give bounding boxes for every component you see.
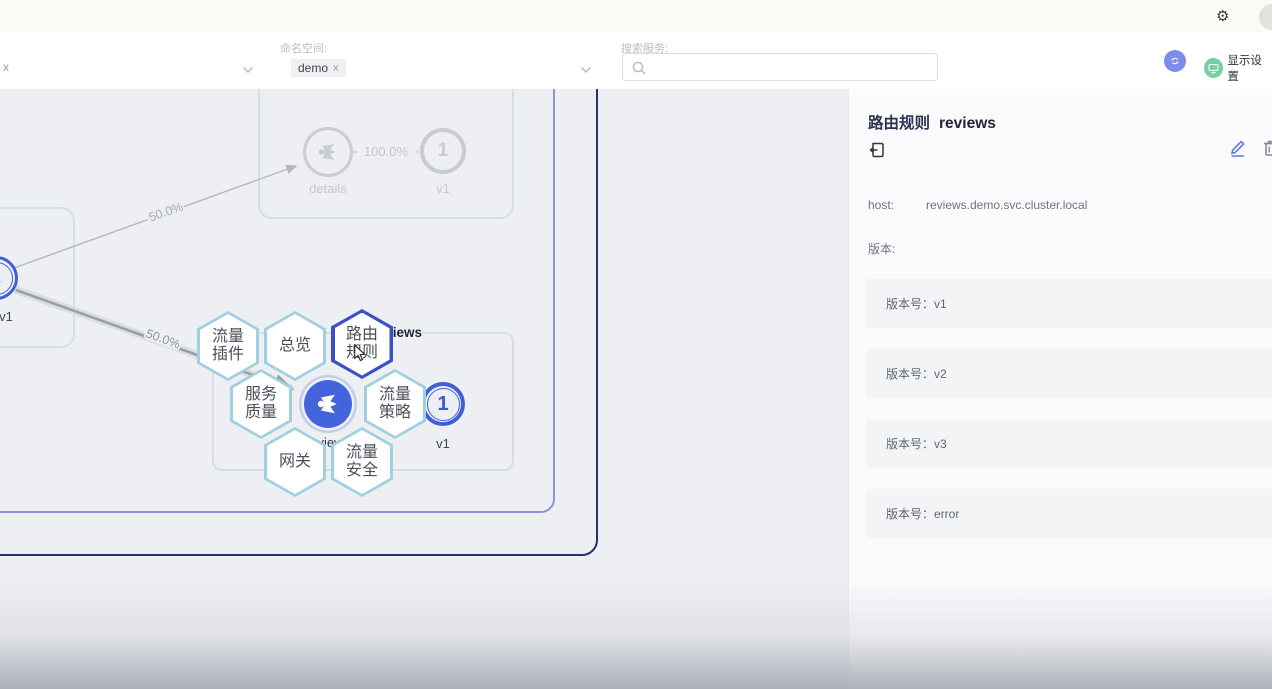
- panel-title: 路由规则 reviews: [868, 111, 996, 133]
- filter-toolbar: x 命名空间: demo x 搜索服务:: [0, 32, 1272, 90]
- version-no-label: 版本号：: [886, 295, 934, 312]
- hex-label-line: 网关: [279, 453, 311, 471]
- stray-tag-close-icon[interactable]: x: [3, 60, 9, 74]
- edit-icon[interactable]: [1228, 138, 1248, 161]
- version-value: error: [934, 507, 959, 521]
- version-value: v1: [934, 297, 947, 311]
- version-no-label: 版本号：: [886, 505, 934, 522]
- hex-label-line: 服务: [245, 386, 277, 404]
- namespace-tag-demo[interactable]: demo x: [291, 59, 346, 77]
- version-row: 版本号： v3: [866, 419, 1272, 468]
- hex-label-line: 安全: [346, 462, 378, 480]
- panel-title-service: reviews: [939, 115, 996, 133]
- edge-label-to-details: 50.0%: [147, 199, 185, 224]
- left-version-badge: 1: [0, 268, 1, 288]
- left-version-label: v1: [0, 309, 22, 324]
- details-node-label: details: [296, 181, 360, 196]
- gear-icon[interactable]: ⚙: [1210, 6, 1235, 26]
- hex-label-line: 插件: [212, 346, 244, 364]
- details-version-badge: 1: [438, 140, 449, 162]
- hex-label-line: 质量: [245, 404, 277, 422]
- delete-icon[interactable]: [1261, 138, 1272, 161]
- versions-label: 版本:: [868, 240, 895, 257]
- mouse-cursor-icon: [352, 344, 367, 362]
- hex-label-line: 路由: [346, 326, 378, 344]
- host-label: host:: [868, 198, 894, 212]
- details-version-node[interactable]: 1: [420, 128, 466, 174]
- search-input[interactable]: [651, 56, 935, 80]
- yaml-export-icon[interactable]: [868, 141, 886, 162]
- version-no-label: 版本号：: [886, 365, 934, 382]
- search-box: [622, 53, 938, 81]
- hex-label-line: 策略: [379, 404, 411, 422]
- namespace-label: 命名空间:: [280, 40, 327, 56]
- top-bar: ⚙: [0, 0, 1272, 33]
- display-settings-icon: [1204, 58, 1223, 78]
- refresh-button[interactable]: [1164, 50, 1186, 72]
- version-row: 版本号： error: [866, 489, 1272, 538]
- refresh-icon: [1170, 54, 1180, 68]
- hex-label-line: 流量: [346, 444, 378, 462]
- hex-label-line: 总览: [279, 337, 311, 355]
- display-settings-label: 显示设置: [1227, 52, 1272, 84]
- details-service-node[interactable]: [303, 127, 353, 177]
- version-value: v3: [934, 437, 947, 451]
- reviews-version-badge: 1: [437, 393, 448, 416]
- edge-label-details-ratio: 100.0%: [357, 144, 415, 160]
- reviews-version-node[interactable]: 1: [421, 382, 465, 426]
- hex-label-line: 流量: [379, 386, 411, 404]
- version-no-label: 版本号：: [886, 435, 934, 452]
- namespace-tag-text: demo: [298, 61, 328, 75]
- reviews-service-node[interactable]: [304, 380, 352, 428]
- version-value: v2: [934, 367, 947, 381]
- chevron-down-icon[interactable]: [580, 66, 592, 74]
- app-window: ⚙ x 命名空间: demo x 搜索服务:: [0, 0, 1272, 689]
- edge-label-to-reviews: 50.0%: [144, 326, 182, 351]
- route-share-icon: [313, 389, 343, 419]
- chevron-down-icon[interactable]: [242, 66, 254, 74]
- avatar[interactable]: [1259, 4, 1272, 30]
- version-row: 版本号： v2: [866, 349, 1272, 398]
- tag-close-icon[interactable]: x: [333, 62, 339, 74]
- route-share-icon: [314, 138, 342, 166]
- host-value: reviews.demo.svc.cluster.local: [926, 198, 1087, 212]
- version-row: 版本号： v1: [866, 279, 1272, 328]
- details-panel: 路由规则 reviews host:: [848, 89, 1272, 689]
- reviews-version-label: v1: [427, 436, 459, 451]
- search-icon: [631, 60, 647, 76]
- hex-label-line: 流量: [212, 328, 244, 346]
- display-settings-button[interactable]: 显示设置: [1204, 52, 1272, 84]
- topology-canvas[interactable]: 50.0% 50.0% details 100.0% 1: [0, 89, 848, 689]
- details-version-label: v1: [428, 181, 458, 196]
- panel-title-zh: 路由规则: [868, 111, 930, 133]
